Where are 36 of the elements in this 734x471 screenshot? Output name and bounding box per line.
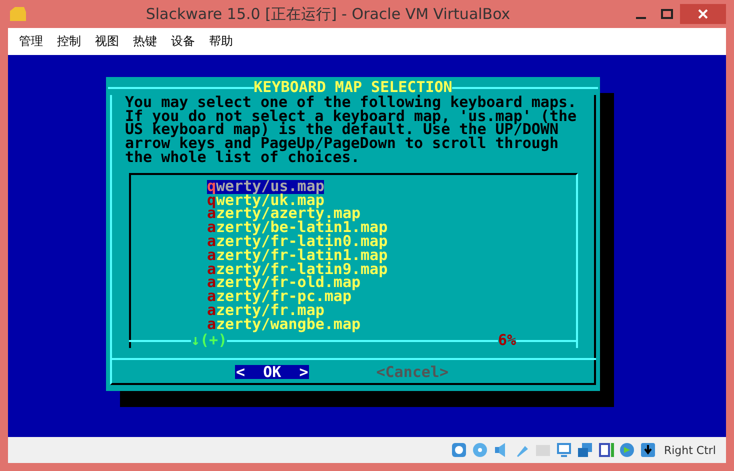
- close-icon: [698, 9, 708, 19]
- message-line: arrow keys and PageUp/PageDown to scroll through: [125, 137, 560, 151]
- list-item[interactable]: azerty/fr-latin1.map: [207, 248, 388, 263]
- ok-button[interactable]: < OK >: [235, 364, 310, 379]
- menu-item[interactable]: 视图: [88, 33, 126, 50]
- list-item[interactable]: azerty/fr.map: [207, 304, 324, 318]
- list-item[interactable]: azerty/wangbe.map: [207, 318, 361, 332]
- cancel-button[interactable]: <Cancel>: [375, 364, 450, 379]
- list-item[interactable]: azerty/fr-latin9.map: [207, 262, 388, 276]
- window-title: Slackware 15.0 [正在运行] - Oracle VM VirtualBox: [144, 4, 512, 24]
- maximize-icon: [661, 9, 673, 19]
- scroll-percent: 6%: [498, 334, 516, 348]
- menu-item[interactable]: 设备: [164, 33, 202, 50]
- monitor-icon[interactable]: [554, 441, 573, 459]
- windows-icon[interactable]: [576, 441, 594, 459]
- menu-item[interactable]: 管理: [12, 33, 50, 50]
- close-button[interactable]: [680, 4, 726, 24]
- dialog-title: KEYBOARD MAP SELECTION: [254, 81, 452, 95]
- list-item[interactable]: qwerty/uk.map: [207, 194, 324, 208]
- menu-item[interactable]: 控制: [50, 33, 88, 50]
- list-item[interactable]: azerty/fr-old.map: [207, 276, 361, 290]
- message-line: You may select one of the following keyboard maps.: [125, 96, 578, 110]
- scroll-indicator: ↓(+): [191, 334, 228, 348]
- list-item[interactable]: azerty/be-latin1.map: [207, 221, 388, 235]
- minimize-icon: [636, 17, 646, 19]
- menu-item[interactable]: 热键: [126, 33, 164, 50]
- message-line: the whole list of choices.: [125, 150, 360, 165]
- host-key-label: Right Ctrl: [664, 444, 716, 456]
- message-line: US keyboard map) is the default. Use the UP/DOWN: [125, 123, 558, 138]
- list-item[interactable]: azerty/fr-pc.map: [207, 290, 352, 304]
- list-item[interactable]: azerty/fr-latin0.map: [207, 234, 388, 249]
- list-item[interactable]: qwerty/us.map: [207, 180, 324, 194]
- optical-disc-icon[interactable]: [470, 441, 489, 459]
- menu-item[interactable]: 帮助: [202, 33, 240, 50]
- list-item[interactable]: azerty/azerty.map: [207, 207, 361, 222]
- app-icon: [8, 5, 28, 23]
